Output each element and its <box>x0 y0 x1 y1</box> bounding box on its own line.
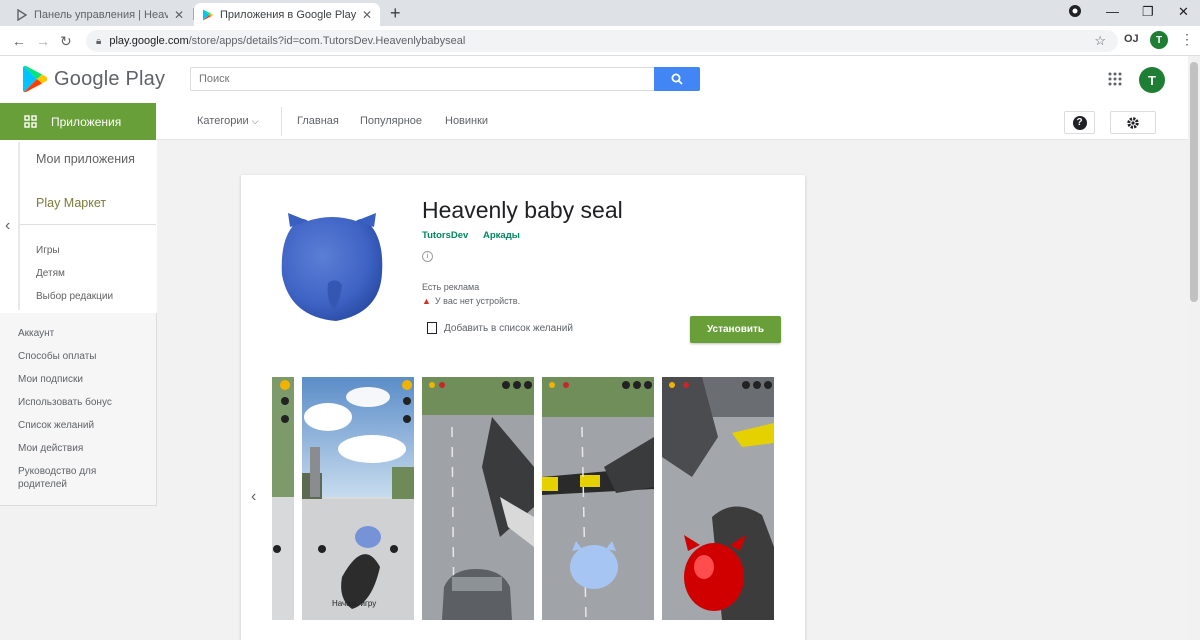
extension-icon[interactable]: OJ <box>1124 33 1139 45</box>
carousel-prev-icon[interactable]: ‹ <box>251 488 256 506</box>
play-header: Google Play T <box>0 56 1188 103</box>
browser-tab-console[interactable]: Панель управления | Heavenly baby seal ✕ <box>8 3 192 26</box>
app-title: Heavenly baby seal <box>422 197 623 223</box>
close-icon[interactable]: ✕ <box>362 8 372 22</box>
logo-text: Google Play <box>54 67 166 90</box>
help-button[interactable]: ? <box>1064 111 1095 134</box>
reload-icon[interactable]: ↻ <box>60 33 72 50</box>
sidebar-item-wishlist[interactable]: Список желаний <box>18 419 148 432</box>
search-button[interactable] <box>654 67 700 91</box>
app-details-card: Heavenly baby seal TutorsDev Аркады i Ес… <box>241 175 805 640</box>
screenshot-thumbnail[interactable] <box>542 377 654 620</box>
category-link[interactable]: Аркады <box>483 230 520 241</box>
nav-home[interactable]: Главная <box>297 115 339 127</box>
help-icon: ? <box>1072 115 1087 130</box>
ads-note: Есть реклама <box>422 282 480 292</box>
sidebar-item-subscriptions[interactable]: Мои подписки <box>18 373 148 386</box>
categories-dropdown[interactable]: Категории ⌵ <box>197 115 259 127</box>
screenshot-caption: Начать игру <box>332 599 377 608</box>
url-path: /store/apps/details?id=com.TutorsDev.Hea… <box>188 35 466 47</box>
sidebar-item-payment-methods[interactable]: Способы оплаты <box>18 350 148 363</box>
settings-button[interactable] <box>1110 111 1156 134</box>
sidebar-item-play-store[interactable]: Play Маркет <box>36 196 106 211</box>
address-bar[interactable]: 🔒︎ play.google.com/store/apps/details?id… <box>86 30 1118 52</box>
url-host: play.google.com <box>109 35 189 47</box>
sidebar-item-account[interactable]: Аккаунт <box>18 327 148 340</box>
bookmark-icon <box>427 322 437 334</box>
warning-text: У вас нет устройств. <box>434 296 521 306</box>
subnav-divider <box>281 107 282 136</box>
sidebar-item-parent-guide[interactable]: Руководство для родителей <box>18 465 148 491</box>
bookmark-star-icon[interactable]: ☆ <box>1094 33 1106 49</box>
search-icon <box>671 73 683 85</box>
search-input[interactable] <box>191 68 654 90</box>
google-play-logo[interactable]: Google Play <box>22 65 165 93</box>
nav-popular[interactable]: Популярное <box>360 115 422 127</box>
close-icon[interactable]: ✕ <box>174 8 184 22</box>
sidebar-item-games[interactable]: Игры <box>36 245 60 256</box>
sidebar-accent-line <box>18 142 20 310</box>
google-play-icon <box>23 65 48 93</box>
no-devices-warning: ▲ У вас нет устройств. <box>422 296 520 306</box>
sidebar-divider <box>20 224 156 225</box>
scrollbar-thumb[interactable] <box>1190 62 1198 302</box>
screenshots-carousel[interactable]: Начать игру <box>272 377 774 621</box>
play-subnav: Приложения Категории ⌵ Главная Популярно… <box>0 103 1188 140</box>
google-play-icon <box>203 9 214 20</box>
sidebar-item-kids[interactable]: Детям <box>36 268 65 279</box>
warning-icon: ▲ <box>422 296 431 306</box>
tab-label: Приложения в Google Play – Heavenly baby… <box>220 8 356 21</box>
search-box <box>190 67 700 91</box>
browser-profile-avatar[interactable]: T <box>1150 31 1168 49</box>
maximize-icon[interactable]: ❐ <box>1142 4 1154 20</box>
screenshot-thumbnail[interactable] <box>662 377 774 620</box>
screenshot-thumbnail[interactable] <box>272 377 294 620</box>
forward-icon[interactable]: → <box>36 33 50 49</box>
browser-toolbar: ← → ↻ 🔒︎ play.google.com/store/apps/deta… <box>0 26 1200 56</box>
browser-tab-bar: Панель управления | Heavenly baby seal ✕… <box>0 0 1200 26</box>
add-to-wishlist-button[interactable]: Добавить в список желаний <box>427 322 573 334</box>
screenshot-thumbnail[interactable]: Начать игру <box>302 377 414 620</box>
tab-apps-label: Приложения <box>51 114 122 129</box>
window-close-icon[interactable]: ✕ <box>1178 4 1189 20</box>
tab-label: Панель управления | Heavenly baby seal <box>34 8 168 21</box>
sidebar-item-redeem[interactable]: Использовать бонус <box>18 396 148 409</box>
minimize-icon[interactable]: — <box>1106 4 1119 19</box>
browser-tab-play[interactable]: Приложения в Google Play – Heavenly baby… <box>194 3 380 26</box>
developer-link[interactable]: TutorsDev <box>422 230 468 241</box>
chevron-down-icon: ⌵ <box>251 116 259 126</box>
back-icon[interactable]: ← <box>12 33 26 49</box>
install-button[interactable]: Установить <box>690 316 781 343</box>
sidebar-item-my-apps[interactable]: Мои приложения <box>36 152 146 167</box>
wishlist-label: Добавить в список желаний <box>444 322 573 334</box>
gear-icon <box>1127 116 1139 129</box>
google-apps-icon[interactable] <box>1108 72 1122 89</box>
account-avatar[interactable]: T <box>1139 67 1165 93</box>
lock-icon: 🔒︎ <box>96 35 102 47</box>
sidebar-item-my-activity[interactable]: Мои действия <box>18 442 148 455</box>
new-tab-icon[interactable]: + <box>390 3 401 24</box>
play-console-icon <box>17 8 28 21</box>
content-rating-icon[interactable]: i <box>422 251 433 262</box>
nav-new[interactable]: Новинки <box>445 115 488 127</box>
apps-grid-icon <box>24 115 37 128</box>
collapse-sidebar-icon[interactable]: ‹ <box>5 217 10 235</box>
browser-menu-icon[interactable]: ⋮ <box>1180 31 1194 48</box>
screenshot-thumbnail[interactable] <box>422 377 534 620</box>
categories-label: Категории <box>197 115 249 127</box>
tab-apps[interactable]: Приложения <box>0 103 156 140</box>
app-icon <box>280 213 384 323</box>
sidebar-item-editors-choice[interactable]: Выбор редакции <box>36 291 113 302</box>
record-icon[interactable] <box>1068 4 1082 21</box>
